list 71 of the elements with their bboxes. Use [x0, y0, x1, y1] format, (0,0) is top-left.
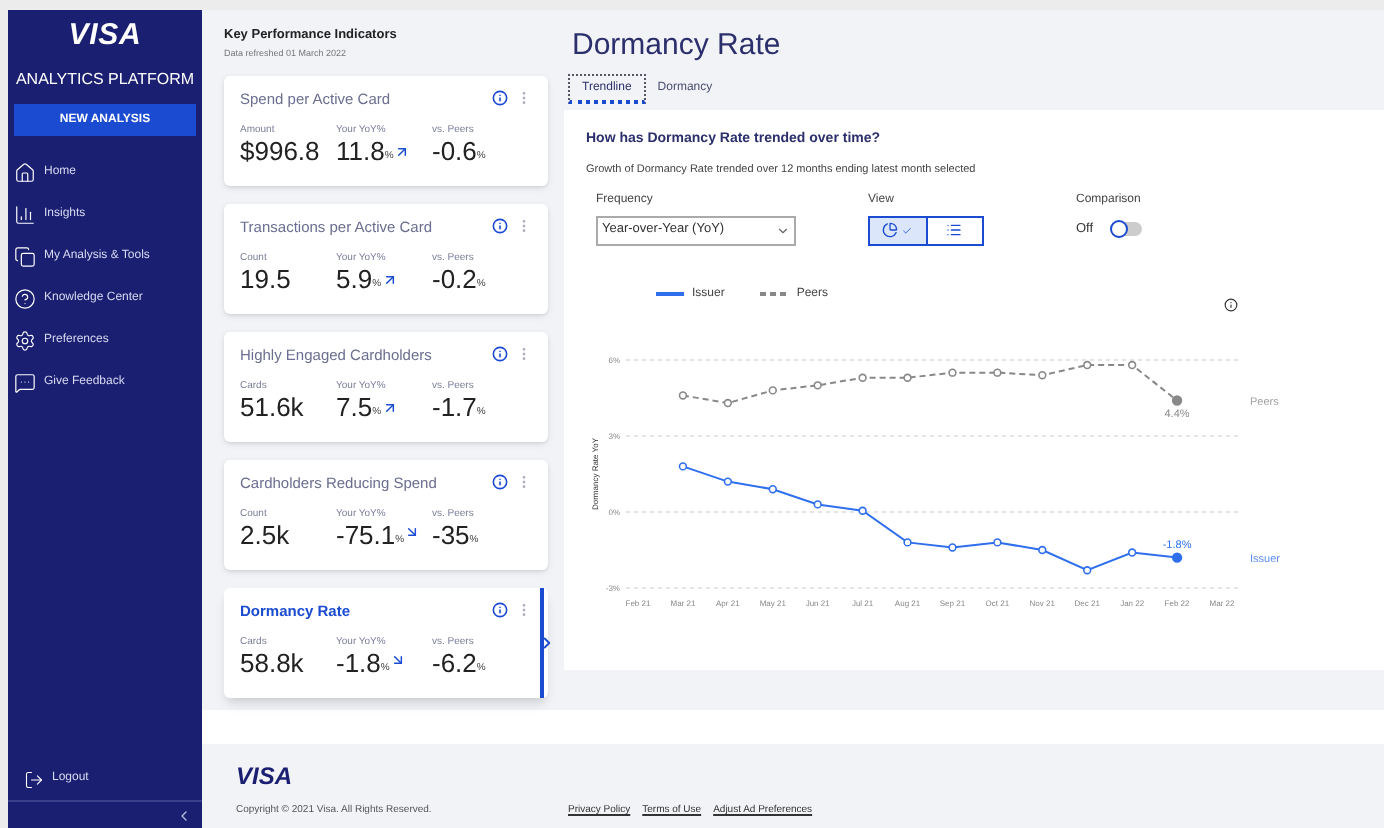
info-icon[interactable] [492, 218, 508, 235]
info-icon[interactable] [492, 474, 508, 491]
metric-value: -1.7 [432, 394, 477, 421]
comparison-toggle[interactable] [1111, 222, 1142, 237]
metric-value: -6.2 [432, 650, 477, 677]
home-icon [14, 162, 36, 184]
data-point [1171, 551, 1183, 563]
arrow-down-right-icon [389, 652, 406, 669]
help-icon [14, 288, 36, 310]
insights-icon [14, 204, 36, 226]
info-icon[interactable] [492, 346, 508, 363]
chart-view-toggle[interactable] [870, 217, 925, 244]
data-point [1038, 545, 1047, 554]
selected-indicator [540, 587, 552, 697]
data-point [993, 367, 1002, 377]
data-point [1127, 360, 1137, 369]
data-point [858, 373, 867, 382]
metric-value: 11.8 [336, 138, 385, 165]
metric-value: -0.2 [432, 266, 477, 293]
metric-value: 51.6k [240, 394, 304, 421]
data-point [1127, 547, 1137, 557]
data-point [1171, 394, 1183, 406]
data-point [1083, 360, 1092, 369]
metric-value: -0.6 [432, 138, 477, 165]
data-point [948, 367, 957, 377]
arrow-up-right-icon [381, 400, 398, 417]
arrow-down-right-icon [404, 524, 421, 541]
info-icon[interactable] [1224, 297, 1238, 312]
data-point [858, 506, 867, 515]
data-point [948, 542, 957, 552]
data-point [1038, 370, 1047, 379]
data-point [723, 476, 733, 486]
legend-line [760, 292, 789, 297]
check-icon [902, 225, 913, 236]
tools-icon [14, 246, 36, 268]
data-point [678, 461, 688, 471]
data-point [903, 373, 912, 382]
info-icon[interactable] [492, 602, 508, 619]
metric-value: -1.8 [336, 650, 381, 677]
platform-title: ANALYTICS PLATFORM [13, 68, 197, 92]
info-icon[interactable] [492, 90, 508, 107]
metric-value: $996.8 [240, 138, 320, 165]
data-point [768, 484, 777, 493]
data-point [768, 385, 777, 395]
settings-icon [14, 330, 36, 352]
arrow-up-right-icon [381, 272, 398, 289]
metric-value: 7.5 [336, 394, 373, 421]
data-point [723, 398, 733, 407]
metric-value: -35 [432, 522, 470, 549]
arrow-up-right-icon [393, 144, 410, 161]
visa-logo: VISA [66, 20, 144, 50]
metric-value: 58.8k [240, 650, 304, 677]
metric-value: 19.5 [240, 266, 291, 293]
pie-chart-icon [882, 222, 899, 239]
metric-value: 5.9 [336, 266, 373, 293]
metric-value: -75.1 [336, 522, 396, 549]
logout-icon [24, 769, 44, 789]
metric-value: 2.5k [240, 522, 290, 549]
collapse-icon[interactable] [176, 807, 192, 823]
chevron-down-icon [776, 223, 790, 238]
list-icon [946, 222, 963, 239]
data-point [813, 499, 822, 509]
data-point [903, 537, 912, 547]
feedback-icon [14, 372, 36, 394]
data-point [1083, 565, 1092, 574]
page-title: Dormancy Rate [570, 30, 783, 60]
data-point [678, 390, 688, 400]
legend-line [656, 292, 684, 297]
footer-visa-logo: VISA [236, 764, 295, 788]
data-point [813, 380, 822, 390]
data-point [993, 537, 1002, 547]
